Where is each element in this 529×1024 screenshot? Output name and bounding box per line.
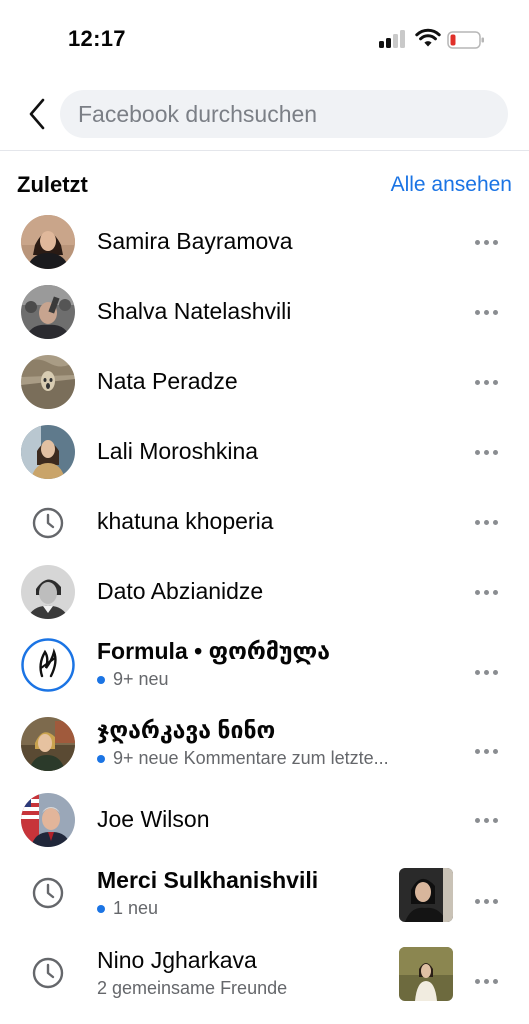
item-name: Shalva Natelashvili: [97, 298, 292, 324]
more-options-button[interactable]: [468, 227, 504, 257]
more-options-button[interactable]: [468, 507, 504, 537]
cellular-signal-icon: [379, 30, 407, 48]
avatar: [21, 717, 75, 771]
avatar: [21, 215, 75, 269]
avatar: [21, 638, 75, 692]
list-item[interactable]: ჯღარკავა ნინო 9+ neue Kommentare zum let…: [0, 709, 529, 779]
see-all-link[interactable]: Alle ansehen: [391, 173, 512, 197]
more-options-button[interactable]: [468, 577, 504, 607]
more-options-button[interactable]: [468, 367, 504, 397]
unread-dot: [97, 904, 105, 913]
avatar: [21, 565, 75, 619]
list-item[interactable]: Formula • ფორმულა 9+ neu: [0, 630, 529, 700]
unread-dot: [97, 675, 105, 684]
section-title: Zuletzt: [17, 172, 88, 197]
item-name: Formula • ფორმულა: [97, 638, 330, 664]
item-name: Nino Jgharkava: [97, 947, 257, 973]
post-thumbnail[interactable]: [399, 868, 453, 922]
item-name: Dato Abzianidze: [97, 578, 264, 604]
more-options-button[interactable]: [468, 966, 504, 996]
list-item[interactable]: Lali Moroshkina: [0, 417, 529, 487]
more-options-button[interactable]: [468, 437, 504, 467]
item-subtitle: 2 gemeinsame Freunde: [97, 978, 288, 998]
search-header: [0, 88, 529, 142]
more-options-button[interactable]: [468, 805, 504, 835]
list-item[interactable]: Merci Sulkhanishvili 1 neu: [0, 859, 529, 929]
item-name: ჯღარკავა ნინო: [97, 717, 276, 743]
avatar: [21, 355, 75, 409]
clock-icon: [32, 957, 64, 989]
status-bar: 12:17: [0, 0, 529, 78]
item-subtitle: 9+ neu: [97, 669, 169, 690]
list-item[interactable]: Shalva Natelashvili: [0, 277, 529, 347]
avatar: [21, 793, 75, 847]
more-options-button[interactable]: [468, 886, 504, 916]
item-name: khatuna khoperia: [97, 508, 274, 534]
item-subtitle: 1 neu: [97, 898, 158, 919]
list-item[interactable]: Samira Bayramova: [0, 207, 529, 277]
header-divider: [0, 150, 529, 151]
item-name: Nata Peradze: [97, 368, 238, 394]
list-item[interactable]: Nata Peradze: [0, 347, 529, 417]
item-name: Joe Wilson: [97, 806, 210, 832]
avatar: [21, 285, 75, 339]
back-button[interactable]: [22, 94, 52, 134]
list-item[interactable]: khatuna khoperia: [0, 487, 529, 557]
post-thumbnail[interactable]: [399, 947, 453, 1001]
wifi-icon: [415, 28, 441, 47]
chevron-left-icon: [29, 98, 45, 130]
more-options-button[interactable]: [468, 657, 504, 687]
clock-icon: [32, 877, 64, 909]
item-name: Lali Moroshkina: [97, 438, 259, 464]
status-time: 12:17: [68, 26, 126, 51]
list-item[interactable]: Nino Jgharkava 2 gemeinsame Freunde: [0, 939, 529, 1009]
recent-section-header: Zuletzt Alle ansehen: [0, 172, 529, 202]
battery-low-icon: [447, 31, 484, 49]
avatar: [21, 425, 75, 479]
search-input[interactable]: [60, 90, 508, 138]
more-options-button[interactable]: [468, 297, 504, 327]
item-name: Samira Bayramova: [97, 228, 293, 254]
item-subtitle: 9+ neue Kommentare zum letzte...: [97, 748, 389, 769]
item-name: Merci Sulkhanishvili: [97, 867, 319, 893]
list-item[interactable]: Dato Abzianidze: [0, 557, 529, 627]
clock-icon: [32, 507, 64, 539]
list-item[interactable]: Joe Wilson: [0, 785, 529, 855]
unread-dot: [97, 754, 105, 763]
more-options-button[interactable]: [468, 736, 504, 766]
